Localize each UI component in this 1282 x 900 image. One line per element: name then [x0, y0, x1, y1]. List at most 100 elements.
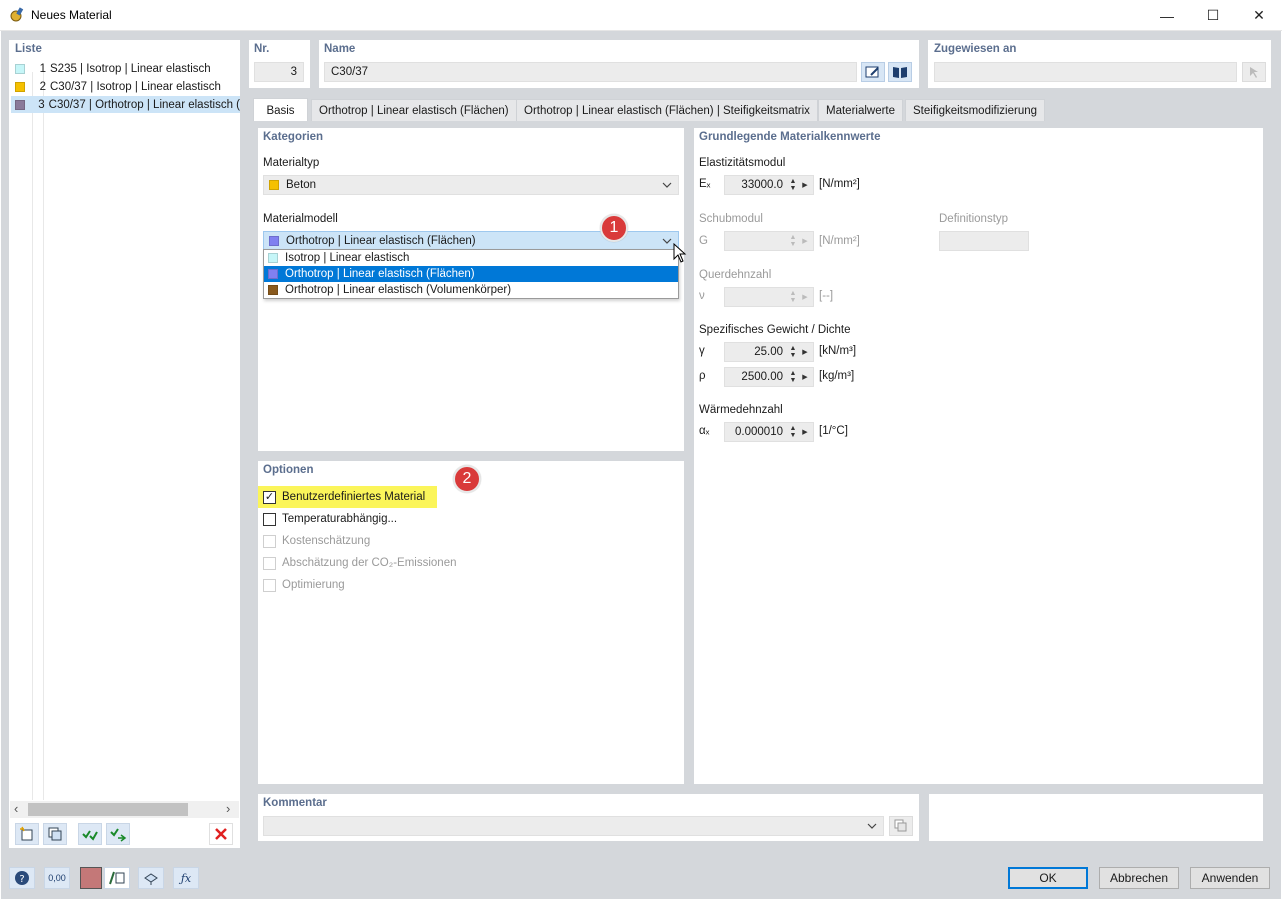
select-assigned-button[interactable] [1242, 62, 1266, 82]
minimize-button[interactable]: — [1144, 0, 1190, 31]
ex-unit: [N/mm²] [819, 178, 860, 190]
tab-steifigkeitsmodifizierung[interactable]: Steifigkeitsmodifizierung [905, 99, 1046, 121]
formula-button[interactable]: ƒx [173, 867, 199, 889]
scroll-right-icon[interactable]: › [226, 801, 230, 816]
check-all-button[interactable] [78, 823, 102, 845]
definitionstyp-label: Definitionstyp [939, 213, 1009, 225]
info-button[interactable] [104, 867, 130, 889]
cancel-button[interactable]: Abbrechen [1099, 867, 1179, 889]
color-button[interactable] [80, 867, 102, 889]
list-item[interactable]: 2 C30/37 | Isotrop | Linear elastisch [11, 78, 240, 95]
spin-controls[interactable]: ▲ ▼ ▶ [787, 369, 811, 385]
option-temperaturabhaengig[interactable]: Temperaturabhängig... [263, 509, 397, 529]
arrow-right-icon[interactable]: ▶ [799, 177, 811, 193]
tab-orthotrop-flaechen[interactable]: Orthotrop | Linear elastisch (Flächen) [311, 99, 517, 121]
app-icon [9, 7, 25, 23]
window-title: Neues Material [31, 8, 112, 22]
list-item-label: C30/37 | Orthotrop | Linear elastisch ( [48, 98, 240, 111]
maximize-button[interactable]: ☐ [1190, 0, 1236, 31]
option-color-swatch [268, 269, 278, 279]
alpha-unit: [1/°C] [819, 425, 848, 437]
help-icon: ? [15, 871, 29, 885]
rho-spinbox[interactable]: 2500.00 ▲ ▼ ▶ [724, 367, 814, 387]
alpha-value: 0.000010 [735, 426, 783, 438]
arrow-right-icon[interactable]: ▶ [799, 344, 811, 360]
rho-value: 2500.00 [741, 371, 783, 383]
close-window-button[interactable]: ✕ [1236, 0, 1282, 31]
ok-button[interactable]: OK [1008, 867, 1088, 889]
tab-materialwerte[interactable]: Materialwerte [818, 99, 904, 121]
kommentar-combo[interactable] [263, 816, 884, 836]
library-button[interactable] [888, 62, 912, 82]
dropdown-option-selected[interactable]: Orthotrop | Linear elastisch (Flächen) [264, 266, 678, 282]
list-item[interactable]: 1 S235 | Isotrop | Linear elastisch [11, 60, 240, 77]
materialtyp-label: Materialtyp [263, 157, 320, 169]
scrollbar-thumb[interactable] [28, 803, 188, 816]
spin-up-down-icon[interactable]: ▲ ▼ [787, 424, 799, 440]
g-spinbox: ▲ ▼ ▶ [724, 231, 814, 251]
assigned-label: Zugewiesen an [934, 43, 1017, 55]
ex-spinbox[interactable]: 33000.0 ▲ ▼ ▶ [724, 175, 814, 195]
list-horizontal-scrollbar[interactable]: ‹ › [10, 801, 239, 818]
gamma-spinbox[interactable]: 25.00 ▲ ▼ ▶ [724, 342, 814, 362]
copy-material-button[interactable] [43, 823, 67, 845]
spin-up-down-icon[interactable]: ▲ ▼ [787, 177, 799, 193]
option-label: Orthotrop | Linear elastisch (Volumenkör… [285, 284, 512, 296]
waermedehnzahl-label: Wärmedehnzahl [699, 404, 783, 416]
units-button[interactable]: 0,00 [44, 867, 70, 889]
tab-steifigkeitsmatrix[interactable]: Orthotrop | Linear elastisch (Flächen) |… [516, 99, 818, 121]
list-item[interactable]: 3 C30/37 | Orthotrop | Linear elastisch … [11, 96, 240, 113]
spin-controls[interactable]: ▲ ▼ ▶ [787, 177, 811, 193]
callout-badge-1: 1 [600, 214, 628, 242]
maximize-icon: ☐ [1206, 7, 1220, 23]
spin-controls[interactable]: ▲ ▼ ▶ [787, 424, 811, 440]
definitionstyp-field [939, 231, 1029, 251]
option-benutzerdefiniert[interactable]: ✓ Benutzerdefiniertes Material [263, 487, 425, 507]
spin-up-down-icon[interactable]: ▲ ▼ [787, 344, 799, 360]
list-label: Liste [15, 43, 42, 55]
copy-icon [48, 827, 62, 841]
help-button[interactable]: ? [9, 867, 35, 889]
scroll-left-icon[interactable]: ‹ [14, 801, 18, 816]
option-label: Orthotrop | Linear elastisch (Flächen) [285, 268, 475, 280]
svg-text:?: ? [19, 874, 24, 885]
edit-name-button[interactable] [861, 62, 885, 82]
materialtyp-value: Beton [286, 179, 317, 191]
option-label: Kostenschätzung [282, 535, 371, 547]
check-toggle-button[interactable] [106, 823, 130, 845]
name-field[interactable]: C30/37 [324, 62, 857, 82]
display-button[interactable] [138, 867, 164, 889]
nr-field[interactable]: 3 [254, 62, 304, 82]
list-item-number: 3 [38, 98, 45, 111]
spin-controls: ▲ ▼ ▶ [787, 289, 811, 305]
list-divider [32, 72, 33, 800]
spin-controls[interactable]: ▲ ▼ ▶ [787, 344, 811, 360]
arrow-right-icon[interactable]: ▶ [799, 424, 811, 440]
name-label: Name [324, 43, 356, 55]
alpha-spinbox[interactable]: 0.000010 ▲ ▼ ▶ [724, 422, 814, 442]
dropdown-option[interactable]: Orthotrop | Linear elastisch (Volumenkör… [264, 282, 678, 298]
gamma-value: 25.00 [754, 346, 783, 358]
materialtyp-combo[interactable]: Beton [263, 175, 679, 195]
g-symbol: G [699, 235, 708, 247]
display-icon [144, 873, 158, 885]
nu-spinbox: ▲ ▼ ▶ [724, 287, 814, 307]
dropdown-option[interactable]: Isotrop | Linear elastisch [264, 250, 678, 266]
delete-material-button[interactable] [209, 823, 233, 845]
elastizitaetsmodul-label: Elastizitätsmodul [699, 157, 786, 169]
spin-up-down-icon: ▲ ▼ [789, 234, 797, 248]
tab-basis[interactable]: Basis [253, 98, 308, 122]
assigned-field[interactable] [934, 62, 1237, 82]
materialmodell-label: Materialmodell [263, 213, 338, 225]
kommentar-copy-button[interactable] [889, 816, 913, 836]
checkbox[interactable] [263, 512, 276, 526]
spin-up-down-icon[interactable]: ▲ ▼ [787, 369, 799, 385]
edit-icon [865, 66, 879, 78]
kommentar-label: Kommentar [263, 797, 327, 809]
kategorien-title: Kategorien [263, 131, 324, 143]
checkbox-checked[interactable]: ✓ [263, 490, 276, 504]
new-material-button[interactable] [15, 823, 39, 845]
gamma-symbol: γ [699, 345, 705, 357]
apply-button[interactable]: Anwenden [1190, 867, 1270, 889]
arrow-right-icon[interactable]: ▶ [799, 369, 811, 385]
